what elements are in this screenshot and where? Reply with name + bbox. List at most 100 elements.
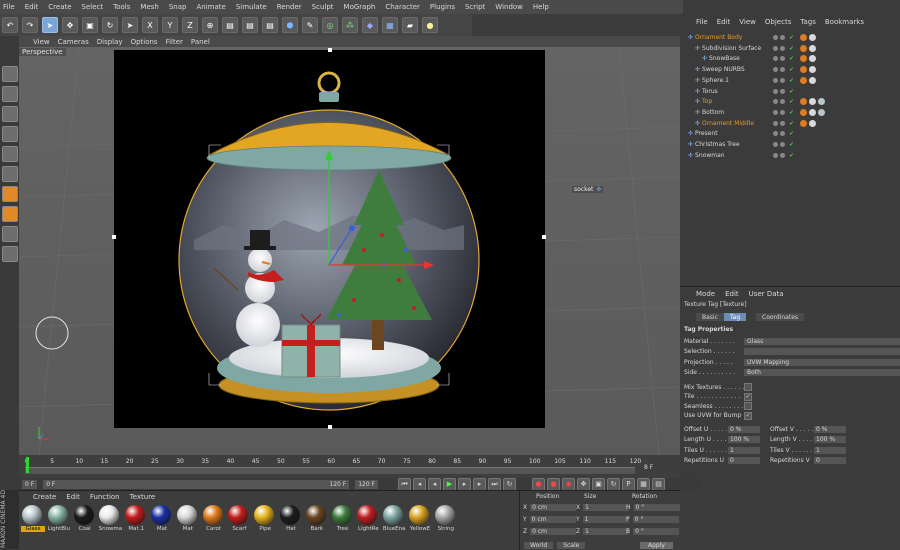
editor-visibility-dot[interactable] — [773, 45, 779, 51]
material-menu-texture[interactable]: Texture — [130, 493, 156, 501]
render-visibility-dot[interactable] — [780, 142, 786, 147]
enabled-check-icon[interactable]: ✓ — [789, 45, 794, 52]
object-menu-view[interactable]: View — [739, 18, 756, 26]
menu-create[interactable]: Create — [48, 3, 71, 11]
editor-visibility-dot[interactable] — [773, 109, 779, 115]
record-icon[interactable]: ● — [532, 477, 545, 491]
attribute-menu-user-data[interactable]: User Data — [749, 290, 784, 298]
enabled-check-icon[interactable]: ✓ — [789, 141, 794, 148]
enabled-check-icon[interactable]: ✓ — [789, 109, 794, 116]
render-visibility-dot[interactable] — [780, 131, 786, 137]
enabled-check-icon[interactable]: ✓ — [789, 120, 794, 127]
menu-character[interactable]: Character — [385, 3, 420, 11]
material-swatch[interactable]: LightRe — [356, 505, 379, 532]
make-editable-icon[interactable] — [1, 66, 18, 82]
menu-mesh[interactable]: Mesh — [140, 3, 158, 11]
editor-visibility-dot[interactable] — [773, 131, 779, 137]
rotate-tool-icon[interactable]: ↻ — [102, 17, 118, 33]
visibility-dots[interactable] — [773, 67, 786, 73]
object-menu-tags[interactable]: Tags — [800, 18, 816, 26]
numeric-input[interactable]: 0 — [728, 457, 760, 464]
autokey-icon[interactable]: ● — [547, 477, 560, 491]
position-key-icon[interactable]: ✥ — [577, 477, 590, 491]
visibility-dots[interactable] — [773, 152, 786, 158]
attribute-menu-mode[interactable]: Mode — [696, 290, 715, 298]
menu-script[interactable]: Script — [465, 3, 485, 11]
solo-icon[interactable] — [1, 246, 18, 262]
texture-tag-icon[interactable] — [809, 108, 817, 116]
object-row[interactable]: ✢ Christmas Tree ✓ — [688, 139, 898, 150]
attribute-menu-edit[interactable]: Edit — [725, 290, 739, 298]
render-visibility-dot[interactable] — [780, 152, 786, 158]
texture-tag-icon[interactable] — [809, 66, 817, 74]
texture-tag-icon[interactable] — [818, 98, 826, 106]
enabled-check-icon[interactable]: ✓ — [789, 77, 794, 84]
object-row[interactable]: ✢ Bottom ✓ — [688, 107, 898, 118]
rotation-input[interactable]: 0 ° — [633, 528, 680, 535]
size-input[interactable]: 1 — [583, 504, 630, 511]
enabled-check-icon[interactable]: ✓ — [789, 152, 794, 159]
select-tool-icon[interactable]: ➤ — [42, 17, 58, 33]
size-input[interactable]: 1 — [582, 516, 629, 523]
material-swatch[interactable]: Hat — [279, 505, 301, 532]
position-input[interactable]: 0 cm — [530, 528, 577, 535]
enabled-check-icon[interactable]: ✓ — [789, 88, 794, 95]
size-input[interactable]: 1 — [583, 528, 630, 535]
render-visibility-dot[interactable] — [780, 77, 786, 83]
object-row[interactable]: ✢ Ornament Middle ✓ — [688, 118, 898, 129]
menu-animate[interactable]: Animate — [196, 3, 225, 11]
viewport-menu-panel[interactable]: Panel — [191, 38, 210, 46]
goto-end-icon[interactable]: ⏭ — [488, 477, 501, 491]
tab-coordinates[interactable]: Coordinates — [756, 313, 805, 321]
texture-mode-icon[interactable] — [1, 106, 18, 122]
snap-icon[interactable] — [1, 226, 18, 242]
render-visibility-dot[interactable] — [780, 109, 786, 115]
menu-help[interactable]: Help — [533, 3, 549, 11]
scale-mode-select[interactable]: Scale — [557, 542, 586, 549]
menu-snap[interactable]: Snap — [169, 3, 187, 11]
array-icon[interactable]: ⁂ — [342, 17, 358, 33]
recent-tool-icon[interactable]: ➤ — [122, 17, 138, 33]
render-visibility-dot[interactable] — [780, 120, 786, 126]
editor-visibility-dot[interactable] — [773, 142, 779, 147]
numeric-input[interactable]: 0 — [814, 457, 846, 464]
preview-range-slider[interactable]: 0 F 120 F — [43, 479, 350, 489]
numeric-input[interactable]: 0 % — [728, 425, 760, 433]
menu-render[interactable]: Render — [277, 3, 302, 11]
rotation-input[interactable]: 0 ° — [632, 516, 679, 523]
editor-visibility-dot[interactable] — [773, 120, 779, 126]
menu-simulate[interactable]: Simulate — [236, 3, 267, 11]
editor-visibility-dot[interactable] — [773, 77, 779, 83]
floor-icon[interactable]: ▦ — [382, 17, 398, 33]
socket-label[interactable]: socket ✢ — [572, 186, 604, 193]
visibility-dots[interactable] — [773, 120, 786, 126]
object-row[interactable]: ✢ Present ✓ — [688, 128, 898, 139]
keyframe-selection-icon[interactable]: ◉ — [562, 477, 575, 491]
visibility-dots[interactable] — [773, 77, 786, 83]
property-checkbox[interactable]: ✓ — [744, 392, 752, 401]
texture-tag-icon[interactable] — [800, 66, 808, 74]
material-swatch[interactable]: Tree — [331, 505, 353, 532]
editor-visibility-dot[interactable] — [773, 152, 779, 158]
render-visibility-dot[interactable] — [780, 99, 786, 105]
texture-tag-icon[interactable] — [800, 119, 808, 127]
editor-visibility-dot[interactable] — [773, 88, 779, 94]
loop-icon[interactable]: ↻ — [503, 477, 516, 491]
object-menu-edit[interactable]: Edit — [717, 18, 731, 26]
nurbs-icon[interactable]: ◎ — [322, 17, 338, 33]
render-view-icon[interactable]: ▤ — [222, 17, 238, 33]
texture-tag-icon[interactable] — [800, 44, 808, 52]
render-handle-bottom[interactable] — [328, 425, 332, 429]
edges-mode-icon[interactable] — [1, 166, 18, 182]
render-visibility-dot[interactable] — [780, 45, 786, 51]
numeric-input[interactable]: 1 — [814, 446, 846, 454]
texture-tag-icon[interactable] — [800, 34, 808, 41]
menu-window[interactable]: Window — [495, 3, 523, 11]
property-value-field[interactable]: UVW Mapping — [744, 358, 900, 366]
points-mode-icon[interactable] — [1, 146, 18, 162]
texture-tag-icon[interactable] — [809, 119, 817, 127]
texture-tag-icon[interactable] — [800, 55, 808, 63]
coordinate-system-icon[interactable]: ⊕ — [202, 17, 218, 33]
material-swatch[interactable]: String — [434, 505, 456, 532]
tab-tag[interactable]: Tag — [724, 313, 747, 321]
